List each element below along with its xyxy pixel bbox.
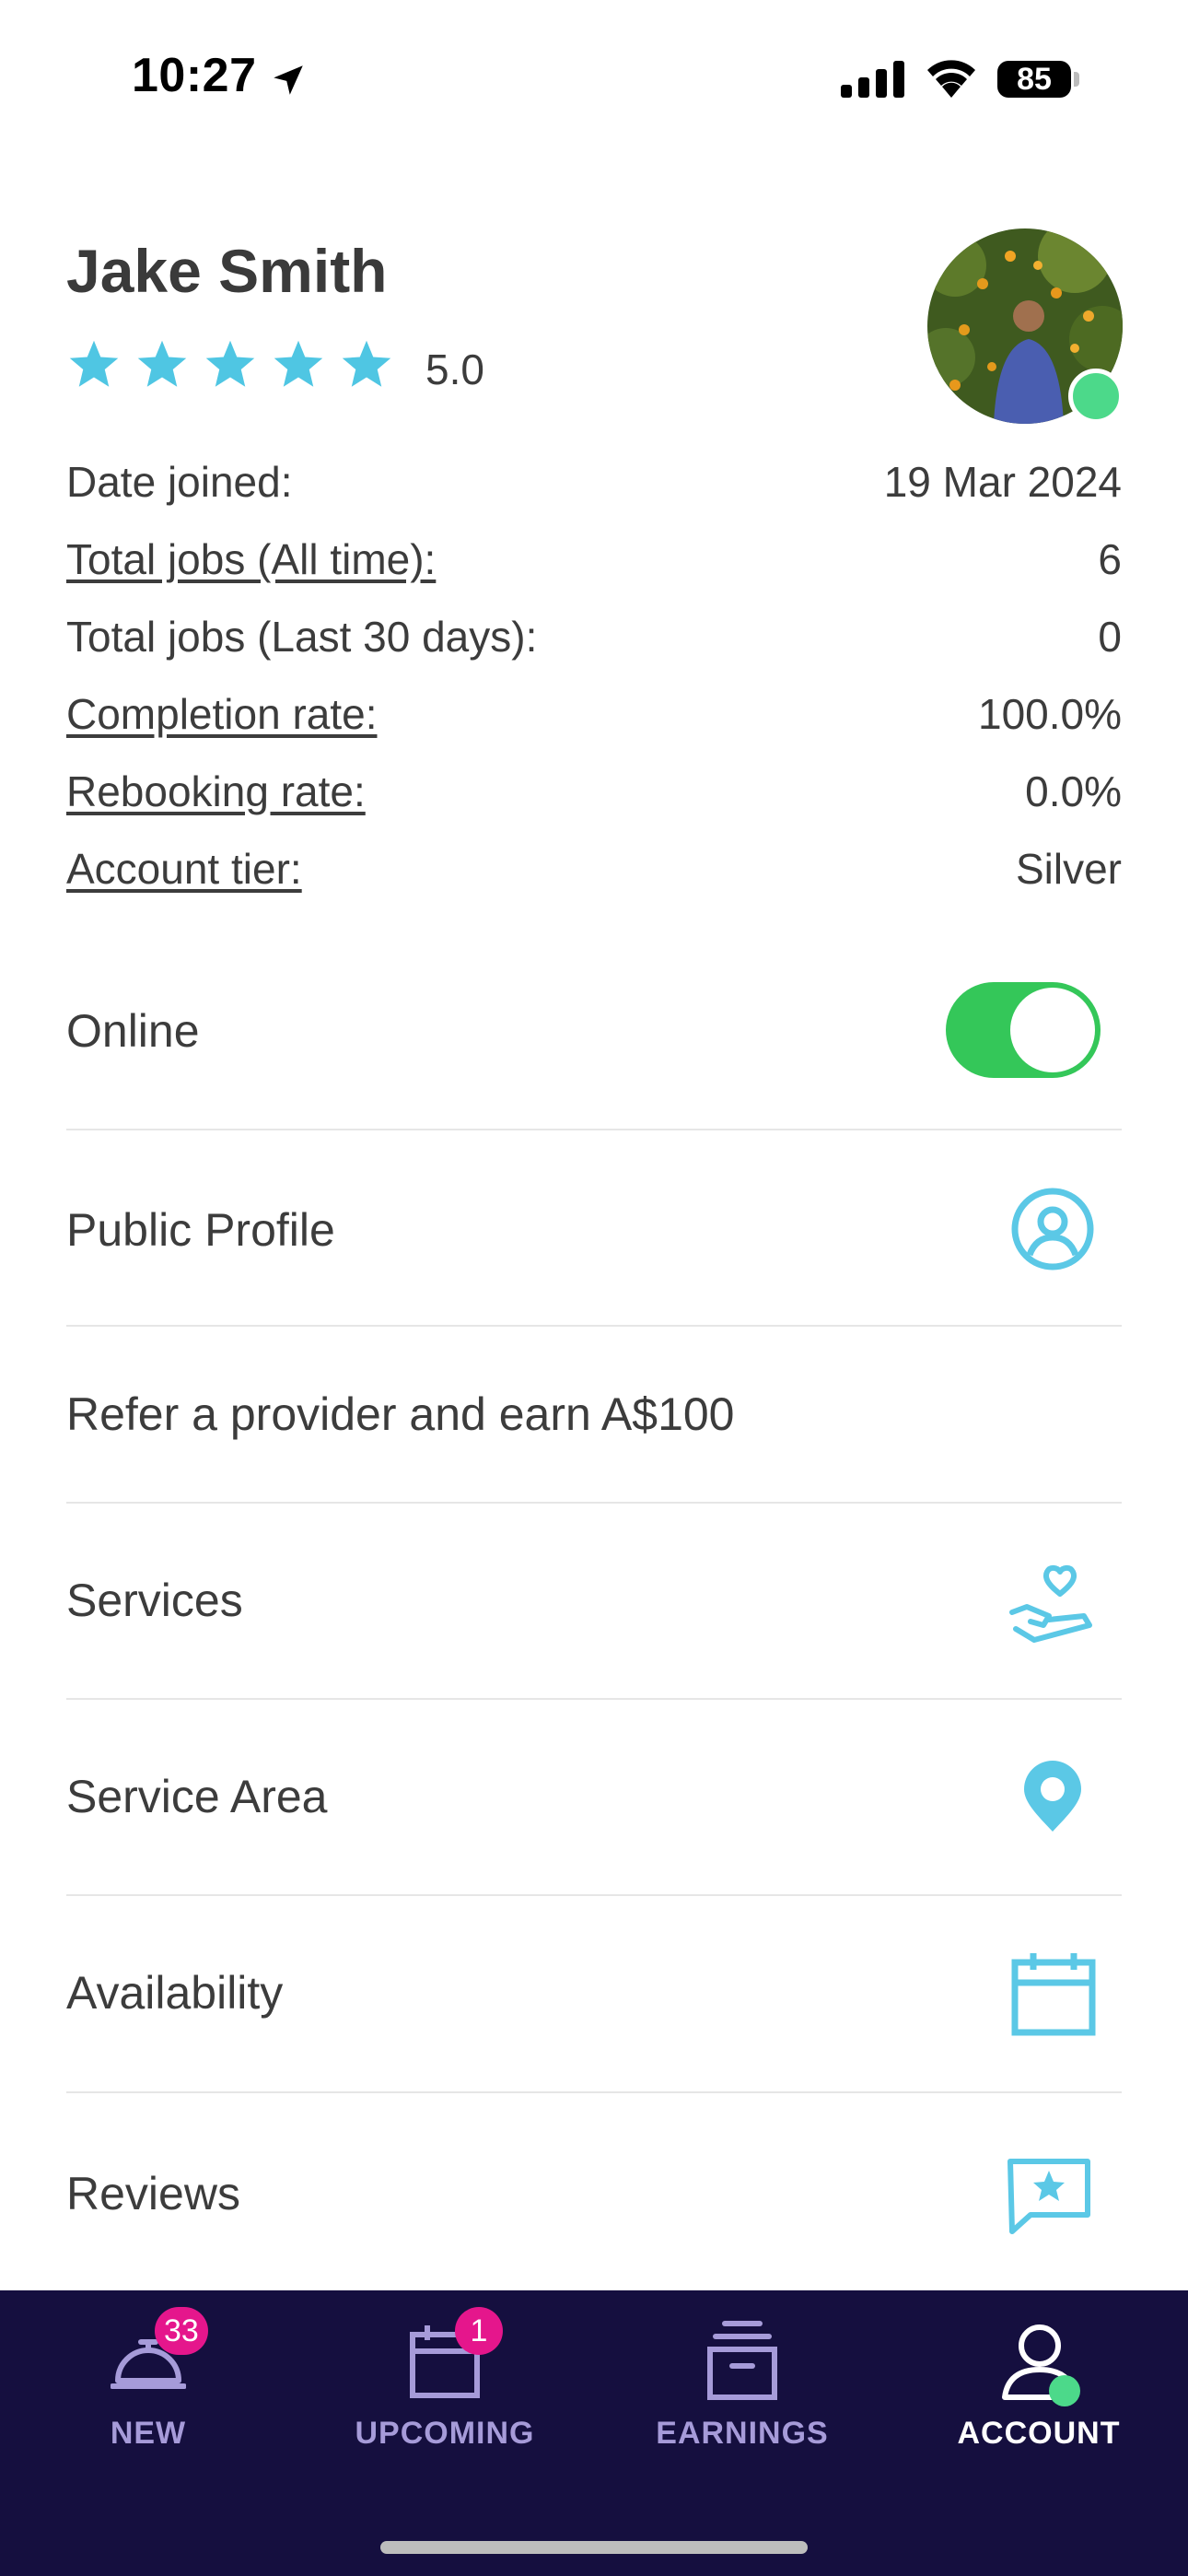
stat-label: Date joined:	[66, 458, 293, 506]
archive-box-icon	[707, 2321, 777, 2400]
map-pin-icon	[1024, 1761, 1081, 1832]
services-label: Services	[66, 1575, 243, 1626]
tab-account[interactable]: ACCOUNT	[891, 2290, 1187, 2475]
battery-percent: 85	[1017, 62, 1052, 97]
stat-value: 0	[1098, 613, 1122, 661]
bottom-tab-bar: 33 NEW 1 UPCOMING EARNINGS ACCOUNT	[0, 2290, 1188, 2576]
tab-upcoming[interactable]: 1 UPCOMING	[297, 2290, 593, 2475]
refer-provider-label: Refer a provider and earn A$100	[66, 1388, 735, 1440]
star-icon	[137, 340, 187, 387]
star-icon	[69, 340, 119, 387]
online-label: Online	[66, 1005, 200, 1057]
star-rating	[66, 337, 407, 392]
tab-label: ACCOUNT	[957, 2416, 1121, 2451]
review-star-message-icon	[1007, 2159, 1090, 2234]
online-toggle[interactable]	[946, 982, 1101, 1078]
status-time: 10:27	[132, 49, 257, 102]
stat-label-link[interactable]: Total jobs (All time):	[66, 534, 436, 584]
stat-label-link[interactable]: Account tier:	[66, 844, 302, 894]
provider-name: Jake Smith	[66, 237, 388, 305]
wifi-icon	[927, 60, 975, 98]
services-row[interactable]: Services	[66, 1504, 1122, 1697]
availability-row[interactable]: Availability	[66, 1896, 1122, 2090]
new-jobs-badge: 33	[155, 2307, 208, 2355]
home-indicator[interactable]	[380, 2541, 808, 2554]
stat-label: Total jobs (Last 30 days):	[66, 613, 538, 661]
stat-total-jobs-all-time[interactable]: Total jobs (All time): 6	[66, 534, 1122, 590]
star-icon	[205, 340, 255, 387]
hand-heart-icon	[1009, 1564, 1092, 1643]
user-circle-icon	[1011, 1188, 1094, 1270]
upcoming-jobs-badge: 1	[455, 2307, 503, 2355]
tab-earnings[interactable]: EARNINGS	[594, 2290, 891, 2475]
refer-provider-row[interactable]: Refer a provider and earn A$100	[66, 1327, 1122, 1502]
tab-label: NEW	[110, 2416, 187, 2451]
location-arrow-icon	[274, 65, 303, 95]
stat-completion-rate[interactable]: Completion rate: 100.0%	[66, 689, 1122, 744]
stat-total-jobs-30-days: Total jobs (Last 30 days): 0	[66, 612, 1122, 667]
star-icon	[274, 340, 323, 387]
rating-value: 5.0	[425, 345, 484, 393]
stat-value: 6	[1098, 535, 1122, 583]
availability-label: Availability	[66, 1967, 284, 2019]
calendar-icon	[1011, 1953, 1096, 2036]
star-icon	[342, 340, 391, 387]
tab-label: UPCOMING	[355, 2416, 535, 2451]
battery-icon: 85	[997, 61, 1079, 98]
status-bar: 10:27 85	[0, 0, 1188, 157]
service-area-label: Service Area	[66, 1771, 328, 1822]
stat-value: 19 Mar 2024	[883, 458, 1122, 506]
stat-rebooking-rate[interactable]: Rebooking rate: 0.0%	[66, 767, 1122, 822]
stat-label-link[interactable]: Rebooking rate:	[66, 767, 366, 816]
public-profile-label: Public Profile	[66, 1204, 335, 1256]
stat-account-tier[interactable]: Account tier: Silver	[66, 844, 1122, 899]
reviews-label: Reviews	[66, 2168, 240, 2219]
stat-value: 100.0%	[977, 690, 1122, 738]
tab-new[interactable]: 33 NEW	[0, 2290, 297, 2475]
divider	[66, 1129, 1122, 1130]
stat-date-joined: Date joined: 19 Mar 2024	[66, 457, 1122, 512]
service-area-row[interactable]: Service Area	[66, 1700, 1122, 1893]
public-profile-row[interactable]: Public Profile	[66, 1133, 1122, 1327]
tab-label: EARNINGS	[656, 2416, 829, 2451]
cellular-signal-icon	[841, 61, 904, 98]
reviews-row[interactable]: Reviews	[66, 2093, 1122, 2290]
account-online-dot	[1049, 2375, 1080, 2406]
stat-value: 0.0%	[1025, 767, 1122, 815]
online-status-dot	[1068, 369, 1124, 424]
stat-label-link[interactable]: Completion rate:	[66, 689, 378, 739]
stat-value: Silver	[1015, 845, 1122, 893]
